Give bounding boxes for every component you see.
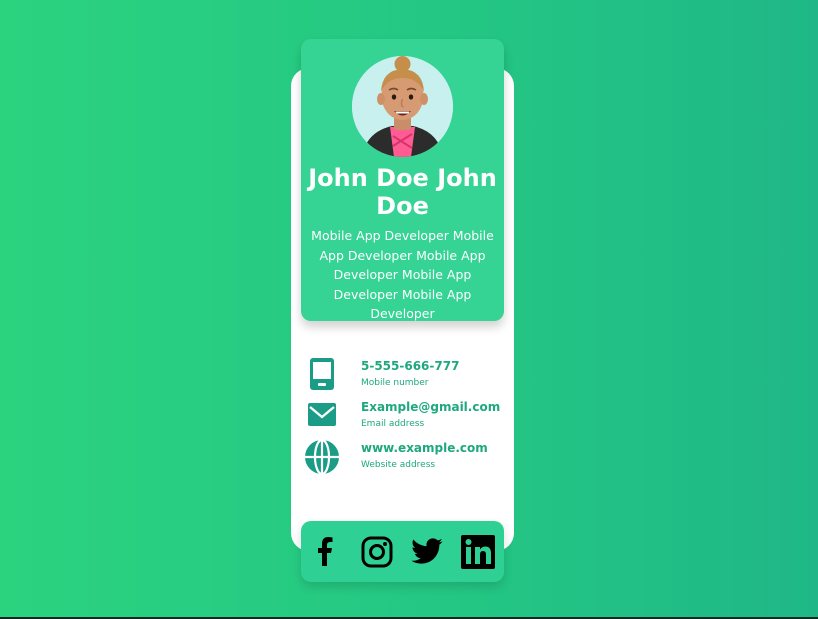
twitter-icon[interactable]: [410, 535, 444, 569]
social-links: [301, 521, 504, 582]
facebook-icon[interactable]: [308, 535, 342, 569]
profile-name: John Doe John Doe: [308, 164, 497, 220]
email-value[interactable]: Example@gmail.com: [361, 400, 500, 414]
linkedin-icon[interactable]: [461, 535, 495, 569]
tablet-icon: [310, 358, 334, 390]
website-value[interactable]: www.example.com: [361, 441, 488, 455]
mail-icon: [308, 403, 336, 426]
email-label: Email address: [361, 419, 425, 429]
phone-label: Mobile number: [361, 378, 429, 388]
contact-website[interactable]: www.example.com Website address: [301, 438, 504, 474]
globe-icon: [305, 438, 339, 474]
avatar: [352, 56, 453, 157]
phone-value[interactable]: 5-555-666-777: [361, 359, 459, 373]
profile-panel: John Doe John Doe Mobile App Developer M…: [301, 39, 504, 321]
contact-phone[interactable]: 5-555-666-777 Mobile number: [301, 356, 504, 392]
profile-role: Mobile App Developer Mobile App Develope…: [311, 228, 494, 321]
instagram-icon[interactable]: [360, 535, 394, 569]
website-label: Website address: [361, 460, 436, 470]
contact-email[interactable]: Example@gmail.com Email address: [301, 397, 504, 433]
